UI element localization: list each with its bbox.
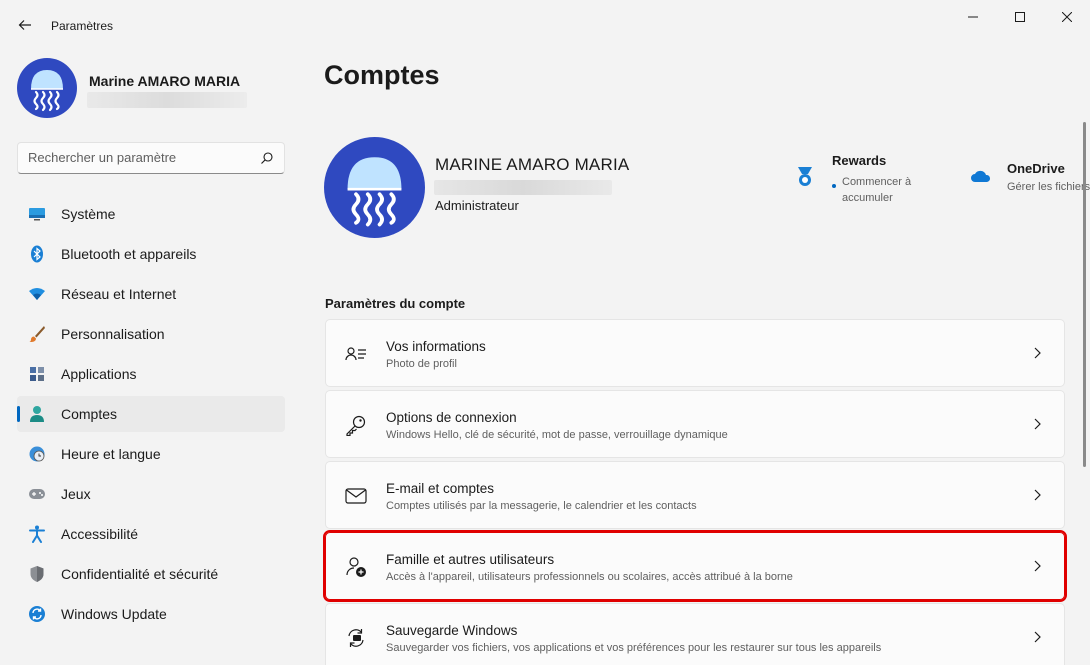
accessibility-icon	[27, 524, 47, 544]
sidebar-item-systeme[interactable]: Système	[17, 196, 285, 232]
avatar	[324, 137, 425, 238]
card-subtitle: Accès à l'appareil, utilisateurs profess…	[386, 571, 793, 583]
card-title: E-mail et comptes	[386, 481, 495, 496]
sidebar-user[interactable]: Marine AMARO MARIA	[17, 58, 287, 120]
minimize-button[interactable]	[950, 0, 996, 34]
profile-role: Administrateur	[435, 198, 519, 213]
profile-name: MARINE AMARO MARIA	[435, 155, 630, 174]
close-button[interactable]	[1044, 0, 1090, 34]
minimize-icon	[968, 16, 978, 18]
rewards-link[interactable]: Rewards Commencer à accumuler	[795, 152, 955, 212]
chevron-right-icon	[1034, 347, 1041, 359]
back-arrow-icon	[18, 20, 31, 30]
gamepad-icon	[27, 484, 47, 504]
card-subtitle: Windows Hello, clé de sécurité, mot de p…	[386, 429, 728, 441]
card-title: Vos informations	[386, 339, 486, 354]
sidebar-item-label: Applications	[61, 366, 137, 382]
close-icon	[1062, 12, 1072, 22]
card-email-comptes[interactable]: E-mail et comptes Comptes utilisés par l…	[325, 461, 1065, 529]
sidebar-item-label: Comptes	[61, 406, 118, 422]
card-options-connexion[interactable]: Options de connexion Windows Hello, clé …	[325, 390, 1065, 458]
update-icon	[27, 604, 47, 624]
sidebar-item-label: Windows Update	[61, 606, 167, 622]
card-famille-utilisateurs[interactable]: Famille et autres utilisateurs Accès à l…	[323, 530, 1067, 602]
chevron-right-icon	[1034, 418, 1041, 430]
sidebar-item-accessibilite[interactable]: Accessibilité	[17, 516, 285, 552]
account-settings-list: Vos informations Photo de profil Options…	[323, 319, 1067, 665]
card-title: Famille et autres utilisateurs	[386, 552, 555, 567]
contact-card-icon	[344, 342, 368, 366]
paintbrush-icon	[27, 324, 47, 344]
mail-icon	[344, 484, 368, 508]
apps-icon	[27, 364, 47, 384]
status-dot	[832, 184, 836, 188]
rewards-subtitle: Commencer à accumuler	[842, 176, 912, 204]
shield-icon	[27, 564, 47, 584]
sidebar-item-windows-update[interactable]: Windows Update	[17, 596, 285, 632]
onedrive-subtitle: Gérer les fichiers	[1007, 181, 1090, 193]
card-title: Sauvegarde Windows	[386, 623, 518, 638]
onedrive-title: OneDrive	[1007, 161, 1065, 176]
cloud-icon	[971, 170, 991, 182]
add-person-icon	[344, 555, 368, 579]
card-subtitle: Comptes utilisés par la messagerie, le c…	[386, 500, 697, 512]
card-title: Options de connexion	[386, 410, 517, 425]
key-icon	[344, 413, 368, 437]
chevron-right-icon	[1034, 489, 1041, 501]
search-icon[interactable]	[260, 151, 274, 165]
sidebar-item-label: Accessibilité	[61, 526, 139, 542]
search-box[interactable]	[17, 142, 285, 174]
sidebar-item-applications[interactable]: Applications	[17, 356, 285, 392]
app-title: Paramètres	[51, 19, 114, 33]
avatar	[17, 58, 77, 118]
section-title: Paramètres du compte	[325, 296, 466, 311]
sidebar-item-reseau[interactable]: Réseau et Internet	[17, 276, 285, 312]
sidebar-item-confidentialite[interactable]: Confidentialité et sécurité	[17, 556, 285, 592]
redacted-email	[434, 180, 612, 195]
person-icon	[27, 404, 47, 424]
title-bar: Paramètres	[0, 0, 1090, 48]
backup-icon	[344, 626, 368, 650]
redacted-email	[87, 92, 247, 108]
card-vos-informations[interactable]: Vos informations Photo de profil	[325, 319, 1065, 387]
search-input[interactable]	[28, 150, 248, 165]
rewards-title: Rewards	[832, 153, 887, 168]
sidebar-item-label: Bluetooth et appareils	[61, 246, 197, 262]
sidebar-item-label: Personnalisation	[61, 326, 165, 342]
card-subtitle: Sauvegarder vos fichiers, vos applicatio…	[386, 642, 882, 654]
globe-clock-icon	[27, 444, 47, 464]
page-title: Comptes	[324, 60, 440, 90]
user-name: Marine AMARO MARIA	[89, 73, 241, 89]
sidebar-item-label: Confidentialité et sécurité	[61, 566, 219, 582]
maximize-icon	[1015, 12, 1025, 22]
sidebar-item-label: Réseau et Internet	[61, 286, 177, 302]
sidebar-item-comptes[interactable]: Comptes	[17, 396, 285, 432]
sidebar-item-jeux[interactable]: Jeux	[17, 476, 285, 512]
chevron-right-icon	[1034, 631, 1041, 643]
back-button[interactable]	[12, 12, 38, 38]
sidebar-item-personnalisation[interactable]: Personnalisation	[17, 316, 285, 352]
sidebar-item-label: Jeux	[61, 486, 91, 502]
card-sauvegarde-windows[interactable]: Sauvegarde Windows Sauvegarder vos fichi…	[325, 603, 1065, 665]
onedrive-link[interactable]: OneDrive Gérer les fichiers	[970, 160, 1090, 200]
sidebar-item-bluetooth[interactable]: Bluetooth et appareils	[17, 236, 285, 272]
sidebar-item-heure[interactable]: Heure et langue	[17, 436, 285, 472]
monitor-icon	[27, 204, 47, 224]
wifi-icon	[27, 284, 47, 304]
sidebar-nav: Système Bluetooth et appareils Réseau et…	[17, 196, 285, 636]
bluetooth-icon	[27, 244, 47, 264]
card-subtitle: Photo de profil	[386, 358, 457, 370]
medal-icon	[798, 167, 812, 186]
scrollbar[interactable]	[1083, 122, 1086, 467]
chevron-right-icon	[1034, 560, 1041, 572]
sidebar-item-label: Heure et langue	[61, 446, 161, 462]
sidebar-item-label: Système	[61, 206, 116, 222]
maximize-button[interactable]	[997, 0, 1043, 34]
